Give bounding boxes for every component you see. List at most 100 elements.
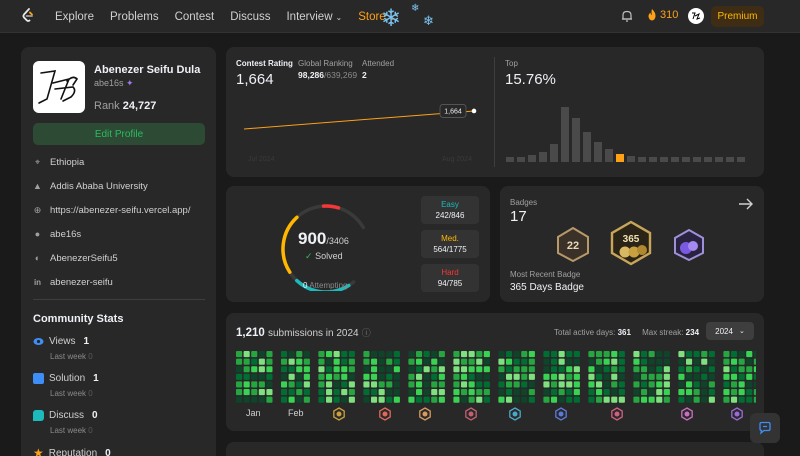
heatmap-cell[interactable] xyxy=(408,381,415,388)
heatmap-cell[interactable] xyxy=(453,366,460,373)
heatmap-cell[interactable] xyxy=(498,396,505,403)
heatmap-cell[interactable] xyxy=(566,373,573,380)
heatmap-cell[interactable] xyxy=(641,381,648,388)
heatmap-cell[interactable] xyxy=(243,381,250,388)
heatmap-cell[interactable] xyxy=(753,373,756,380)
heatmap-cell[interactable] xyxy=(476,373,483,380)
heatmap-cell[interactable] xyxy=(236,351,243,358)
heatmap-cell[interactable] xyxy=(603,366,610,373)
heatmap-cell[interactable] xyxy=(551,373,558,380)
heatmap-cell[interactable] xyxy=(558,373,565,380)
heatmap-cell[interactable] xyxy=(648,381,655,388)
heatmap-cell[interactable] xyxy=(618,381,625,388)
heatmap-cell[interactable] xyxy=(708,351,715,358)
monthly-badge-icon[interactable] xyxy=(681,407,693,421)
heatmap-cell[interactable] xyxy=(371,381,378,388)
heatmap-cell[interactable] xyxy=(243,396,250,403)
heatmap-cell[interactable] xyxy=(498,366,505,373)
heatmap-cell[interactable] xyxy=(573,366,580,373)
monthly-badge-icon[interactable] xyxy=(611,407,623,421)
heatmap-cell[interactable] xyxy=(513,366,520,373)
heatmap-cell[interactable] xyxy=(746,381,753,388)
heatmap-cell[interactable] xyxy=(453,381,460,388)
website-row[interactable]: ⊕ https://abenezer-seifu.vercel.app/ xyxy=(33,205,191,216)
heatmap-cell[interactable] xyxy=(731,351,738,358)
heatmap-cell[interactable] xyxy=(566,351,573,358)
heatmap-cell[interactable] xyxy=(288,351,295,358)
heatmap-cell[interactable] xyxy=(423,389,430,396)
monthly-badge-icon[interactable] xyxy=(465,407,477,421)
twitter-row[interactable]: ◐ AbenezerSeifu5 xyxy=(33,253,118,264)
heatmap-cell[interactable] xyxy=(363,389,370,396)
heatmap-cell[interactable] xyxy=(603,389,610,396)
heatmap-cell[interactable] xyxy=(281,373,288,380)
arrow-right-icon[interactable] xyxy=(738,197,754,211)
heatmap-cell[interactable] xyxy=(596,396,603,403)
heatmap-cell[interactable] xyxy=(431,396,438,403)
heatmap-cell[interactable] xyxy=(708,389,715,396)
heatmap-cell[interactable] xyxy=(333,351,340,358)
heatmap-cell[interactable] xyxy=(686,396,693,403)
heatmap-cell[interactable] xyxy=(506,389,513,396)
heatmap-cell[interactable] xyxy=(288,373,295,380)
monthly-badge-icon[interactable] xyxy=(333,407,345,421)
heatmap-cell[interactable] xyxy=(468,366,475,373)
heatmap-cell[interactable] xyxy=(378,381,385,388)
heatmap-cell[interactable] xyxy=(521,358,528,365)
heatmap-cell[interactable] xyxy=(588,358,595,365)
heatmap-cell[interactable] xyxy=(258,381,265,388)
heatmap-cell[interactable] xyxy=(753,396,756,403)
heatmap-cell[interactable] xyxy=(423,373,430,380)
heatmap-cell[interactable] xyxy=(558,389,565,396)
heatmap-cell[interactable] xyxy=(656,358,663,365)
heatmap-cell[interactable] xyxy=(588,366,595,373)
heatmap-cell[interactable] xyxy=(236,389,243,396)
heatmap-cell[interactable] xyxy=(618,373,625,380)
heatmap-cell[interactable] xyxy=(588,351,595,358)
heatmap-cell[interactable] xyxy=(566,366,573,373)
heatmap-cell[interactable] xyxy=(678,358,685,365)
premium-button[interactable]: Premium xyxy=(711,6,764,27)
heatmap-cell[interactable] xyxy=(558,396,565,403)
heatmap-cell[interactable] xyxy=(326,389,333,396)
heatmap-cell[interactable] xyxy=(506,366,513,373)
heatmap-cell[interactable] xyxy=(753,389,756,396)
heatmap-cell[interactable] xyxy=(753,381,756,388)
heatmap-cell[interactable] xyxy=(348,373,355,380)
heatmap-cell[interactable] xyxy=(326,381,333,388)
heatmap-cell[interactable] xyxy=(686,358,693,365)
heatmap-cell[interactable] xyxy=(701,373,708,380)
heatmap-cell[interactable] xyxy=(243,351,250,358)
heatmap-cell[interactable] xyxy=(371,389,378,396)
heatmap-cell[interactable] xyxy=(476,381,483,388)
heatmap-cell[interactable] xyxy=(693,351,700,358)
heatmap-cell[interactable] xyxy=(603,351,610,358)
heatmap-cell[interactable] xyxy=(656,373,663,380)
heatmap-cell[interactable] xyxy=(333,366,340,373)
heatmap-cell[interactable] xyxy=(731,358,738,365)
heatmap-cell[interactable] xyxy=(303,396,310,403)
heatmap-cell[interactable] xyxy=(498,381,505,388)
heatmap-cell[interactable] xyxy=(303,351,310,358)
heatmap-cell[interactable] xyxy=(656,389,663,396)
heatmap-cell[interactable] xyxy=(543,381,550,388)
heatmap-cell[interactable] xyxy=(513,389,520,396)
heatmap-cell[interactable] xyxy=(461,351,468,358)
heatmap-cell[interactable] xyxy=(438,373,445,380)
heatmap-cell[interactable] xyxy=(363,351,370,358)
heatmap-cell[interactable] xyxy=(281,358,288,365)
heatmap-cell[interactable] xyxy=(378,373,385,380)
heatmap-cell[interactable] xyxy=(281,366,288,373)
heatmap-cell[interactable] xyxy=(386,351,393,358)
heatmap-cell[interactable] xyxy=(611,373,618,380)
heatmap-cell[interactable] xyxy=(303,389,310,396)
heatmap-cell[interactable] xyxy=(243,358,250,365)
heatmap-cell[interactable] xyxy=(258,366,265,373)
heatmap-cell[interactable] xyxy=(641,373,648,380)
leetcode-logo[interactable] xyxy=(20,8,36,24)
badge-annual-icon[interactable] xyxy=(672,228,706,262)
heatmap-cell[interactable] xyxy=(633,366,640,373)
bell-icon[interactable] xyxy=(620,9,634,23)
heatmap-cell[interactable] xyxy=(551,389,558,396)
heatmap-cell[interactable] xyxy=(528,358,535,365)
